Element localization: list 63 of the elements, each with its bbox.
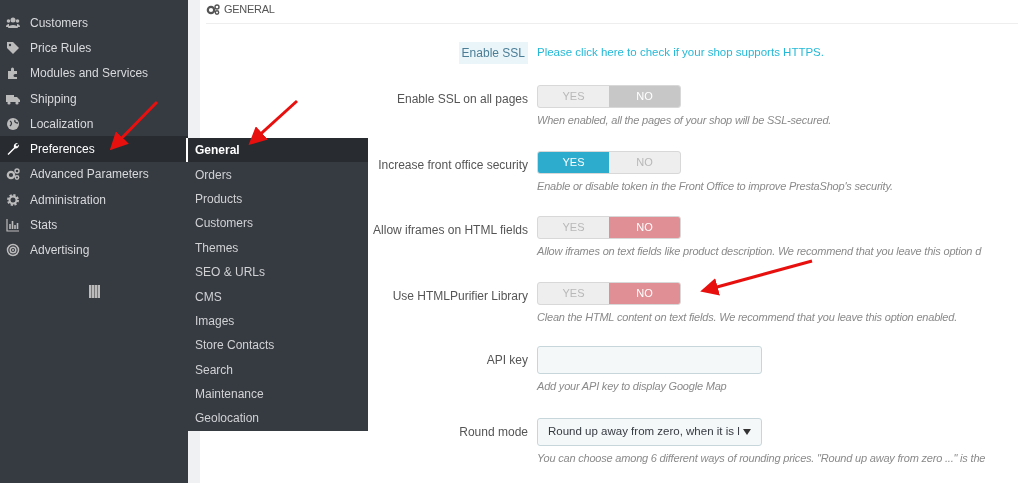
sidebar-label: Customers (30, 14, 88, 32)
sidebar-label: Preferences (30, 141, 95, 159)
help-text: You can choose among 6 different ways of rounding prices. "Round up away from zero ..." is the (537, 450, 986, 466)
submenu-item[interactable]: SEO & URLs (186, 259, 368, 285)
sidebar-item[interactable]: Customers (0, 10, 188, 36)
cogs-icon (206, 4, 220, 15)
panel-title: GENERAL (224, 2, 275, 18)
field-label: Enable SSL on all pages (397, 91, 528, 108)
sidebar-label: Shipping (30, 90, 77, 108)
globe-icon (6, 116, 20, 131)
sidebar-label: Advanced Parameters (30, 166, 149, 184)
collapse-icon[interactable] (89, 284, 100, 298)
sidebar-label: Administration (30, 191, 107, 209)
help-text: Clean the HTML content on text fields. We recommend that you leave this option enabled. (537, 309, 957, 325)
arrow (109, 100, 159, 151)
users-icon (6, 15, 20, 30)
submenu-item[interactable]: Products (186, 186, 368, 212)
sidebar-label: Stats (30, 217, 58, 234)
submenu-item[interactable]: Maintenance (186, 381, 368, 407)
caret-icon (743, 428, 751, 435)
sidebar-item[interactable]: Stats (0, 212, 188, 238)
api-key-field[interactable] (537, 346, 762, 374)
sidebar-item[interactable]: Price Rules (0, 35, 188, 61)
field-label: Round mode (459, 423, 528, 441)
submenu-item[interactable]: CMS (186, 284, 368, 309)
field-label: Enable SSL (458, 42, 528, 64)
sidebar-item[interactable]: Administration (0, 187, 188, 213)
arrow (248, 99, 298, 146)
sidebar-item[interactable]: Advertising (0, 237, 188, 263)
puzzle-icon (6, 66, 20, 81)
sidebar-item[interactable]: Modules and Services (0, 60, 188, 86)
field-label: Increase front office security (378, 156, 528, 174)
select-value: Round up away from zero, when it is l (548, 423, 740, 439)
help-text: When enabled, all the pages of your shop will be SSL-secured. (537, 113, 832, 128)
field-label: API key (486, 352, 528, 369)
sidebar-label: Localization (30, 115, 94, 133)
sidebar-item[interactable]: Advanced Parameters (0, 161, 188, 188)
sidebar-item[interactable]: Preferences (0, 136, 188, 162)
cogs-icon (6, 167, 20, 182)
sidebar-item[interactable]: Localization (0, 111, 188, 137)
sidebar-label: Modules and Services (30, 65, 149, 83)
target-icon (6, 243, 20, 258)
submenu-item[interactable]: Search (186, 357, 368, 382)
gear-icon (6, 192, 20, 207)
submenu-item[interactable]: Images (186, 308, 368, 334)
tag-icon (6, 40, 20, 55)
help-text: Allow iframes on text fields like product description. We recommend that you leave this option d (537, 244, 982, 259)
submenu-item[interactable]: Themes (186, 235, 368, 260)
help-text: Add your API key to display Google Map (537, 379, 728, 394)
field-label: Allow iframes on HTML fields (373, 222, 528, 239)
round-mode-select[interactable]: Round up away from zero, when it is l (537, 417, 762, 446)
bar-chart-icon (6, 218, 20, 232)
submenu-item[interactable]: Store Contacts (186, 333, 368, 358)
help-text: Enable or disable token in the Front Office to improve PrestaShop's security. (537, 178, 893, 194)
submenu-item[interactable]: Geolocation (186, 406, 368, 431)
wrench-icon (6, 142, 20, 157)
submenu-item[interactable]: Orders (186, 162, 368, 187)
sidebar-label: Advertising (30, 242, 90, 260)
field-label: Use HTMLPurifier Library (392, 287, 528, 305)
submenu-item[interactable]: General (186, 138, 368, 163)
sidebar-label: Price Rules (30, 39, 92, 57)
sidebar-item[interactable]: Shipping (0, 85, 188, 112)
submenu-item[interactable]: Customers (186, 211, 368, 236)
